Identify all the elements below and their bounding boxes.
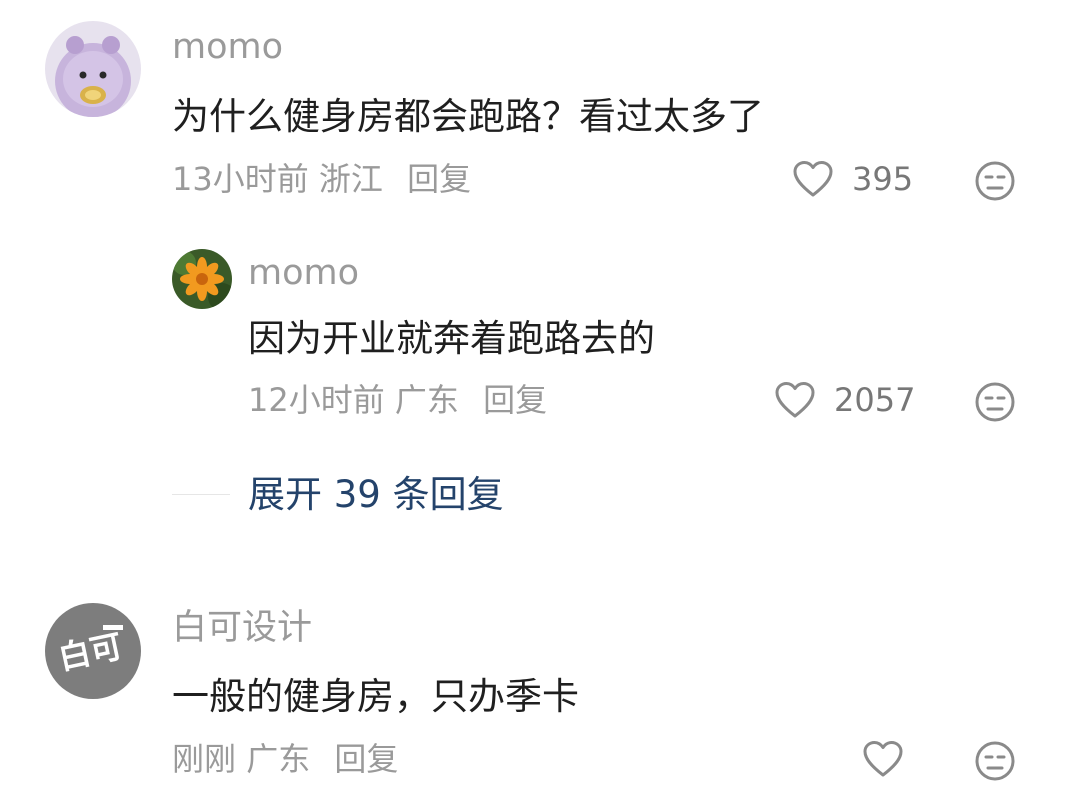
neutral-face-icon — [975, 161, 1015, 201]
like-button[interactable] — [792, 159, 834, 201]
comment-time: 13小时前 — [172, 160, 309, 198]
neutral-face-icon — [975, 382, 1015, 422]
reply-button[interactable]: 回复 — [483, 384, 547, 416]
orange-flower-icon — [172, 249, 232, 309]
avatar[interactable] — [172, 249, 232, 309]
reply-button[interactable]: 回复 — [334, 743, 398, 775]
like-button[interactable] — [774, 380, 816, 422]
like-count: 395 — [852, 160, 914, 198]
heart-icon — [863, 741, 903, 777]
comment-text[interactable]: 一般的健身房，只办季卡 — [172, 678, 579, 715]
reply-location: 广东 — [394, 381, 459, 419]
like-button[interactable] — [862, 739, 904, 781]
neutral-face-icon — [975, 741, 1015, 781]
reply-meta: 12小时前 广东 回复 — [248, 384, 547, 416]
baike-logo-icon: 白可 — [45, 603, 141, 699]
comment-text[interactable]: 为什么健身房都会跑路？看过太多了 — [172, 98, 764, 135]
expand-replies-button[interactable]: 展开 39 条回复 — [248, 476, 504, 513]
dislike-button[interactable] — [974, 740, 1016, 782]
reply-text[interactable]: 因为开业就奔着跑路去的 — [248, 320, 655, 357]
comment-meta: 13小时前 浙江 回复 — [172, 163, 471, 195]
comment-time: 刚刚 — [172, 740, 237, 778]
comment-location: 广东 — [246, 740, 311, 778]
dislike-button[interactable] — [974, 381, 1016, 423]
dislike-button[interactable] — [974, 160, 1016, 202]
heart-icon — [775, 382, 815, 418]
comment-location: 浙江 — [318, 160, 383, 198]
divider — [172, 494, 230, 495]
comment-username[interactable]: 白可设计 — [172, 611, 312, 646]
heart-icon — [793, 161, 833, 197]
avatar[interactable] — [45, 21, 141, 117]
reply-username[interactable]: momo — [248, 256, 359, 291]
avatar[interactable]: 白可 — [45, 603, 141, 699]
comment-meta: 刚刚 广东 回复 — [172, 743, 398, 775]
reply-time: 12小时前 — [248, 381, 385, 419]
like-count: 2057 — [834, 381, 916, 419]
reply-button[interactable]: 回复 — [407, 163, 471, 195]
comment-username[interactable]: momo — [172, 30, 283, 65]
purple-plush-toy-icon — [45, 21, 141, 117]
